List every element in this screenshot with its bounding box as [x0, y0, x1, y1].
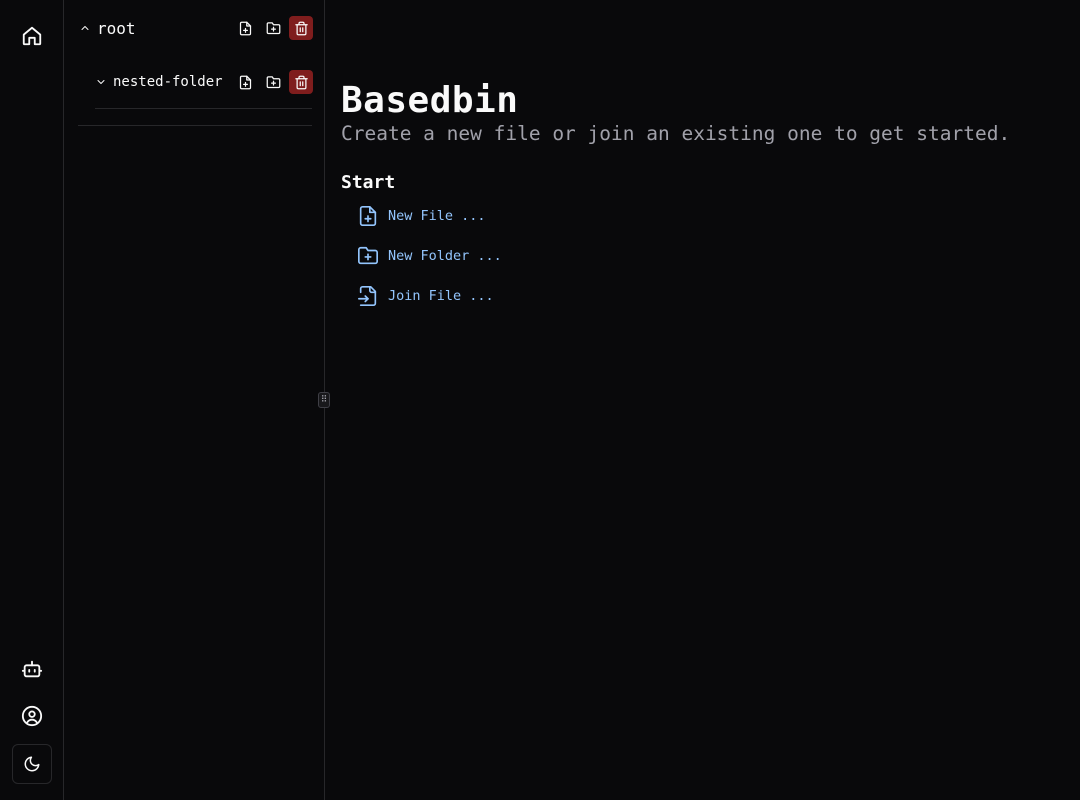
bot-button[interactable]: [12, 649, 52, 689]
tree-row-root[interactable]: root: [79, 14, 313, 42]
file-plus-icon: [239, 75, 251, 89]
user-circle-icon: [21, 705, 43, 727]
moon-icon: [24, 756, 40, 772]
trash-icon: [294, 21, 308, 35]
folder-plus-icon: [266, 21, 280, 34]
file-plus-icon: [239, 21, 251, 35]
page-title: Basedbin: [341, 80, 519, 121]
new-file-label: New File ...: [388, 208, 486, 224]
root-divider: [78, 125, 312, 126]
trash-icon: [294, 75, 308, 89]
home-button[interactable]: [12, 16, 52, 56]
start-heading: Start: [341, 172, 396, 193]
new-folder-button[interactable]: [261, 70, 285, 94]
icon-rail: [0, 0, 64, 800]
account-button[interactable]: [12, 696, 52, 736]
file-plus-icon: [359, 206, 377, 226]
new-file-button[interactable]: [233, 70, 257, 94]
new-folder-label: New Folder ...: [388, 248, 502, 264]
tree-label-root: root: [97, 18, 136, 38]
grip-icon: ⠿: [320, 394, 328, 405]
new-file-button[interactable]: [233, 16, 257, 40]
tree-row-actions: [233, 16, 313, 40]
page-subtitle: Create a new file or join an existing on…: [341, 122, 1011, 145]
new-folder-link[interactable]: New Folder ...: [357, 244, 502, 268]
home-icon: [22, 26, 42, 46]
tree-label-nested-folder: nested-folder: [113, 74, 223, 90]
new-file-link[interactable]: New File ...: [357, 204, 502, 228]
tree-row-nested-folder[interactable]: nested-folder: [95, 68, 313, 96]
chevron-up-icon[interactable]: [79, 22, 91, 34]
chevron-down-icon[interactable]: [95, 76, 107, 88]
tree-row-actions: [233, 70, 313, 94]
bot-icon: [21, 660, 43, 678]
main-content: Basedbin Create a new file or join an ex…: [341, 0, 1071, 800]
file-input-icon: [358, 286, 377, 306]
folder-plus-icon: [266, 75, 280, 88]
folder-plus-icon: [358, 246, 378, 265]
join-file-link[interactable]: Join File ...: [357, 284, 502, 308]
nested-divider: [95, 108, 312, 109]
resize-handle[interactable]: ⠿: [318, 392, 330, 408]
start-actions: New File ... New Folder ... Join File ..…: [357, 204, 502, 324]
file-tree-panel: root nested-folder: [65, 0, 324, 800]
join-file-label: Join File ...: [388, 288, 494, 304]
theme-toggle-button[interactable]: [12, 744, 52, 784]
delete-button[interactable]: [289, 16, 313, 40]
delete-button[interactable]: [289, 70, 313, 94]
new-folder-button[interactable]: [261, 16, 285, 40]
